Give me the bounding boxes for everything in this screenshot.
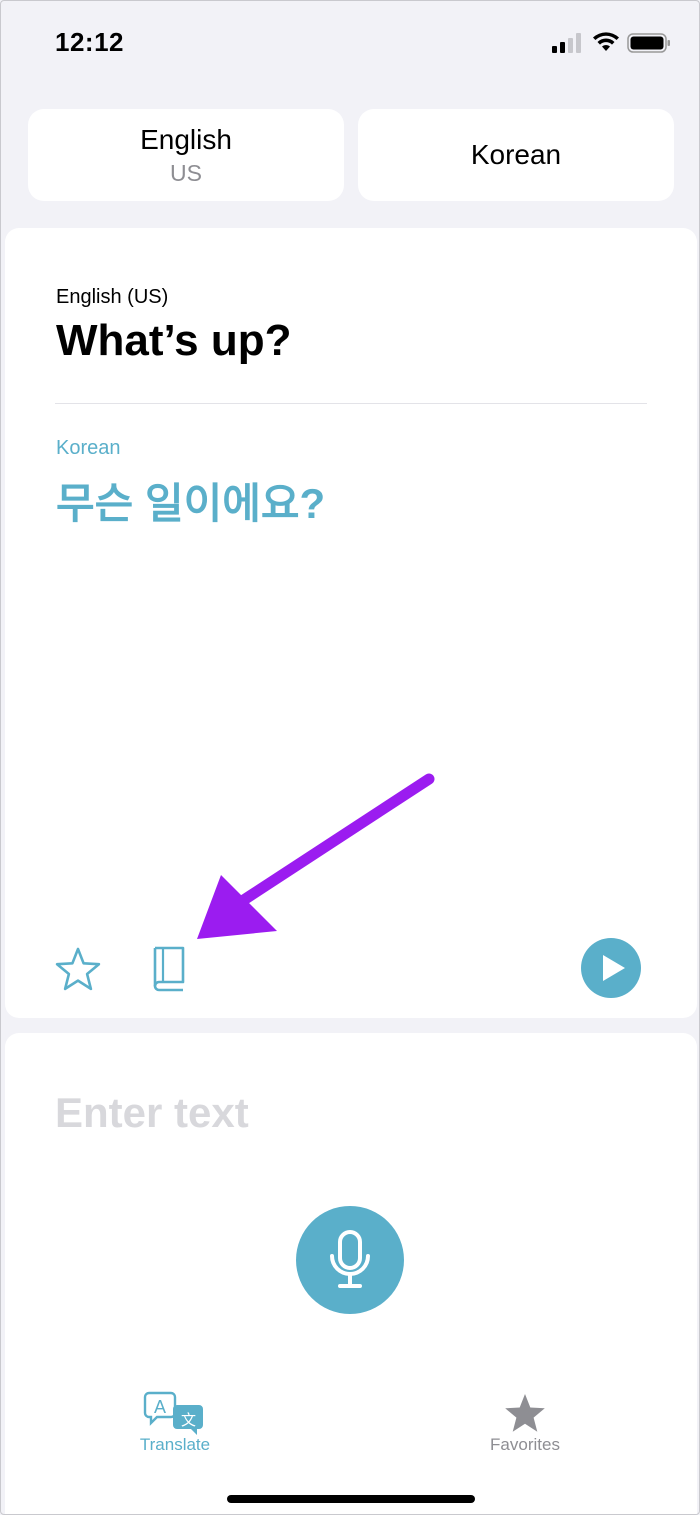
text-input[interactable] bbox=[55, 1089, 645, 1137]
source-language-label: English (US) bbox=[56, 286, 169, 308]
source-language-button[interactable]: English US bbox=[28, 109, 344, 201]
translated-text: 무슨 일이에요? bbox=[56, 480, 326, 527]
target-language-label: Korean bbox=[56, 437, 121, 459]
tab-translate[interactable]: A 文 Translate bbox=[105, 1389, 245, 1461]
book-icon[interactable] bbox=[149, 944, 187, 992]
battery-icon bbox=[627, 33, 670, 53]
star-icon bbox=[505, 1394, 545, 1432]
phone-screen: 12:12 English US Korean English (US) Wha… bbox=[0, 0, 700, 1515]
source-text: What’s up? bbox=[56, 316, 292, 365]
home-indicator bbox=[227, 1495, 475, 1503]
play-icon bbox=[603, 955, 625, 981]
microphone-icon bbox=[330, 1230, 370, 1288]
tab-favorites-label: Favorites bbox=[490, 1435, 560, 1454]
target-language-name: Korean bbox=[470, 139, 562, 170]
wifi-icon bbox=[593, 32, 619, 51]
translate-icon: A 文 bbox=[143, 1391, 203, 1435]
cellular-signal-icon bbox=[552, 33, 581, 53]
source-language-name: English bbox=[140, 123, 232, 155]
svg-text:A: A bbox=[154, 1397, 166, 1417]
target-language-button[interactable]: Korean bbox=[358, 109, 674, 201]
source-language-region: US bbox=[170, 159, 202, 186]
translation-card: English (US) What’s up? Korean 무슨 일이에요? bbox=[5, 228, 697, 1018]
play-button[interactable] bbox=[581, 938, 641, 998]
status-bar: 12:12 bbox=[1, 1, 699, 81]
tab-translate-label: Translate bbox=[139, 1435, 211, 1454]
svg-text:文: 文 bbox=[181, 1411, 196, 1429]
tab-favorites[interactable]: Favorites bbox=[455, 1389, 595, 1461]
status-time: 12:12 bbox=[55, 27, 124, 57]
microphone-button[interactable] bbox=[296, 1206, 404, 1314]
divider bbox=[55, 403, 647, 404]
star-icon[interactable] bbox=[55, 946, 101, 992]
